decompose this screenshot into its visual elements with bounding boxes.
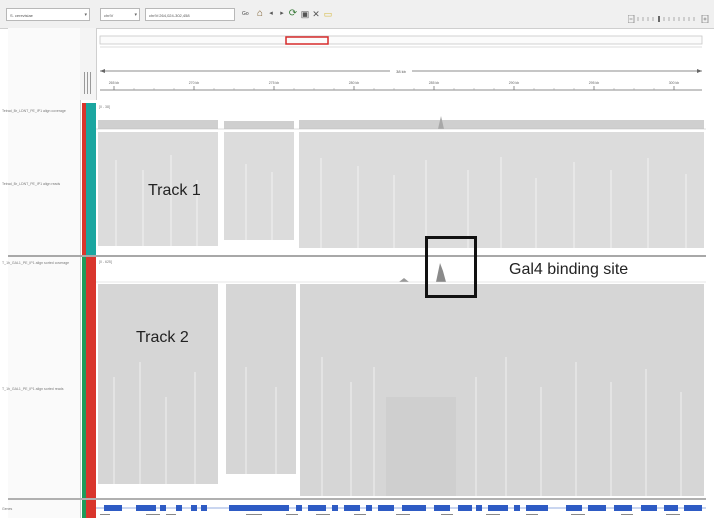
genome-value: S. cerevisiae (10, 13, 33, 18)
toolbar: S. cerevisiae ▾ chrIV ▾ chrIV:264,024-30… (0, 0, 714, 29)
close-icon[interactable]: ✕ (310, 8, 322, 20)
ruler-tick-label: 295 kb (589, 81, 600, 85)
chromosome-ideogram (99, 35, 703, 45)
read-stack (300, 284, 704, 496)
zoom-slider[interactable] (627, 10, 710, 24)
go-button[interactable]: Go (242, 8, 249, 20)
binding-site-highlight-box (425, 236, 477, 298)
gene-track-data[interactable] (96, 500, 706, 518)
read-stack (224, 132, 294, 240)
chromosome-dropdown[interactable]: chrIV ▾ (100, 8, 140, 21)
read-stack (98, 284, 218, 484)
track2-reads-name[interactable]: T_1h_GAL1_PE_IP1 align sorted reads (2, 387, 78, 392)
coverage-block (224, 121, 294, 129)
chromosome-value: chrIV (104, 13, 114, 18)
chevron-down-icon: ▾ (84, 12, 87, 18)
binding-site-label: Gal4 binding site (509, 261, 629, 278)
attribute-header (80, 28, 97, 100)
ruler-panel: 38 kb 265 kb 270 kb 275 kb 280 kb 285 kb 290 … (96, 28, 706, 100)
header-name-panel (8, 28, 81, 100)
speech-bubble-icon[interactable]: ▭ (322, 8, 334, 20)
chromosome-ruler[interactable]: 38 kb 265 kb 270 kb 275 kb 280 kb 285 kb 290 … (96, 28, 706, 100)
track1-reads-name[interactable]: Tetrad_Br_LDNT_PE_IP1 align reads (2, 182, 78, 187)
read-stack (226, 284, 296, 474)
gene-track-attribute-red (86, 500, 96, 518)
gene-track-name[interactable]: Genes (2, 507, 12, 512)
track2-data[interactable]: [0 - 625] Track 2 (96, 257, 706, 498)
ruler-tick-label: 290 kb (509, 81, 520, 85)
locus-input[interactable]: chrIV:264,024-302,458 (145, 8, 235, 21)
ruler-tick-label: 300 kb (669, 81, 680, 85)
track2-name-panel: T_1h_GAL1_PE_IP1 align sorted coverage T… (2, 257, 81, 498)
coverage-block (299, 120, 704, 129)
ruler-tick-label: 280 kb (349, 81, 360, 85)
gene-track-name-panel: Genes (2, 500, 81, 518)
genome-dropdown[interactable]: S. cerevisiae ▾ (6, 8, 90, 21)
attribute-header-labels (84, 72, 91, 94)
track2-attribute-red (86, 257, 96, 498)
ruler-tick-label: 285 kb (429, 81, 440, 85)
ruler-ticks: 265 kb 270 kb 275 kb 280 kb 285 kb 290 kb 295 … (109, 81, 680, 90)
coverage-peak-small (399, 278, 409, 282)
track1-overlay-label: Track 1 (148, 182, 201, 199)
read-stack-dense (386, 397, 456, 496)
ruler-tick-label: 270 kb (189, 81, 200, 85)
read-stack (299, 132, 704, 248)
gene-track-graphic (96, 505, 706, 515)
coverage-block (98, 120, 218, 129)
track1-name-panel: Tetrad_Br_LDNT_PE_IP1 align coverage Tet… (2, 100, 81, 255)
span-label: 38 kb (396, 69, 407, 74)
track1-range-label: [0 - 38] (99, 105, 110, 109)
track2-range-label: [0 - 625] (99, 260, 112, 264)
track2-overlay-label: Track 2 (136, 329, 189, 346)
track1-data[interactable]: [0 - 38] Track 1 (96, 100, 706, 255)
track2-coverage-name[interactable]: T_1h_GAL1_PE_IP1 align sorted coverage (2, 261, 78, 266)
chevron-down-icon: ▾ (134, 12, 137, 18)
ruler-tick-label: 275 kb (269, 81, 280, 85)
track1-coverage-name[interactable]: Tetrad_Br_LDNT_PE_IP1 align coverage (2, 109, 78, 114)
ruler-tick-label: 265 kb (109, 81, 120, 85)
track1-attribute-teal (86, 103, 96, 255)
gene-labels (100, 514, 680, 515)
zoom-slider-graphic (627, 14, 709, 24)
track1-graphic (96, 116, 706, 248)
refresh-icon[interactable]: ⟳ (287, 8, 299, 20)
track2-graphic (96, 263, 706, 496)
locus-value: chrIV:264,024-302,458 (149, 13, 190, 18)
